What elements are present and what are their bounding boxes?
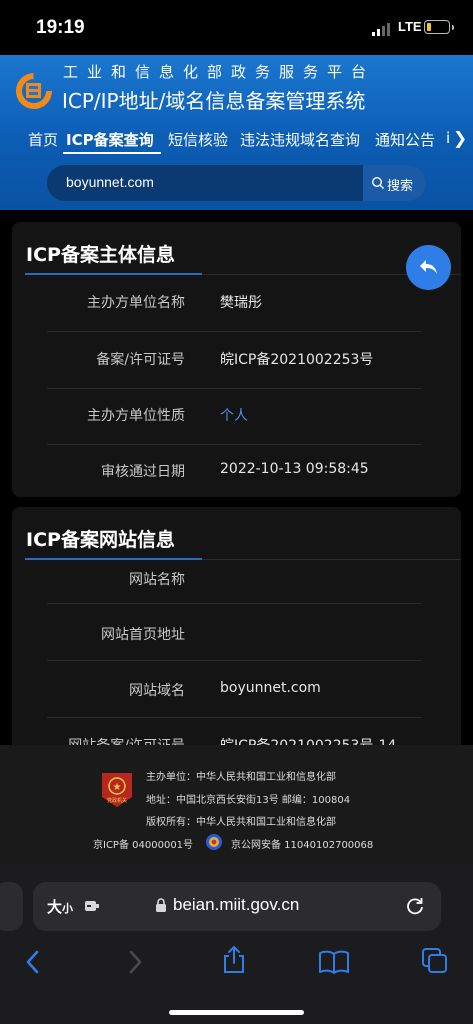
info-row: 主办方单位性质 个人	[47, 388, 422, 445]
field-value: boyunnet.com	[220, 680, 321, 696]
info-row: 网站备案/许可证号 皖ICP备2021002253号-14	[47, 718, 422, 745]
network-label: LTE	[398, 19, 422, 34]
website-info-card: ICP备案网站信息 网站名称 网站首页地址 网站域名 boyunnet.com …	[12, 507, 461, 745]
info-row: 备案/许可证号 皖ICP备2021002253号	[47, 332, 422, 389]
main-content[interactable]: ICP备案主体信息 主办方单位名称 樊瑞彤 备案/许可证号 皖ICP备20210…	[0, 210, 473, 745]
field-label: 网站域名	[129, 683, 185, 699]
tabs-icon[interactable]	[421, 947, 449, 975]
tab-illegal-domain[interactable]: 违法违规域名查询	[240, 129, 360, 150]
search-input[interactable]: boyunnet.com	[66, 174, 154, 190]
active-tab-indicator	[63, 152, 161, 154]
main-nav: 首页 ICP备案查询 短信核验 违法违规域名查询 通知公告 i ❯	[0, 127, 473, 157]
extension-icon[interactable]	[84, 899, 100, 913]
tab-notices[interactable]: 通知公告	[375, 129, 435, 150]
gov-badge-icon: ★ 党政机关	[102, 773, 132, 807]
reload-icon[interactable]	[405, 896, 425, 916]
tab-sms-verify[interactable]: 短信核验	[168, 129, 228, 150]
field-label: 备案/许可证号	[96, 352, 185, 368]
search-bar[interactable]: boyunnet.com 搜索	[47, 165, 426, 201]
search-icon	[371, 176, 384, 189]
field-value-link[interactable]: 个人	[220, 405, 248, 425]
subject-info-card: ICP备案主体信息 主办方单位名称 樊瑞彤 备案/许可证号 皖ICP备20210…	[12, 222, 461, 497]
police-badge-icon	[206, 834, 222, 850]
info-row: 审核通过日期 2022-10-13 09:58:45	[47, 444, 422, 500]
forward-chevron-icon[interactable]	[126, 949, 144, 975]
text-size-button[interactable]: 大小	[47, 896, 73, 917]
reply-arrow-icon	[420, 260, 437, 274]
info-row: 主办方单位名称 樊瑞彤	[47, 275, 422, 332]
org-name: 工业和信息化部政务服务平台	[63, 63, 376, 81]
text-size-label: 大	[47, 898, 63, 916]
previous-tab-peek[interactable]	[0, 882, 23, 931]
footer-sponsor: 主办单位：中华人民共和国工业和信息化部	[146, 772, 336, 783]
chevron-right-icon[interactable]: ❯	[453, 129, 467, 149]
tab-home[interactable]: 首页	[28, 129, 58, 150]
lock-icon	[156, 898, 166, 912]
field-label: 网站首页地址	[101, 627, 185, 643]
footer-address: 地址：中国北京西长安街13号 邮编：100804	[146, 795, 351, 806]
url-text[interactable]: beian.miit.gov.cn	[173, 895, 299, 915]
status-bar: 19:19 LTE	[0, 0, 473, 55]
back-button[interactable]	[406, 245, 451, 290]
field-value: 皖ICP备2021002253号-14	[220, 735, 396, 745]
share-icon[interactable]	[221, 945, 247, 975]
address-bar[interactable]: 大小 beian.miit.gov.cn	[33, 882, 441, 931]
field-value: 樊瑞彤	[220, 295, 262, 311]
bookmarks-icon[interactable]	[318, 949, 350, 975]
badge-caption: 党政机关	[107, 797, 127, 804]
signal-icon	[372, 23, 390, 36]
field-label: 网站备案/许可证号	[68, 735, 185, 745]
field-label: 主办方单位性质	[87, 408, 185, 424]
search-button-label: 搜索	[387, 179, 414, 194]
info-row: 网站首页地址	[47, 604, 422, 661]
footer-icp-link[interactable]: 京ICP备 04000001号	[93, 836, 193, 851]
text-size-small: 小	[62, 902, 74, 915]
card-title: ICP备案主体信息	[26, 244, 175, 266]
field-label: 网站名称	[129, 572, 185, 588]
field-label: 主办方单位名称	[87, 295, 185, 311]
battery-icon	[424, 20, 454, 34]
footer-copyright: 版权所有：中华人民共和国工业和信息化部	[146, 817, 336, 828]
svg-text:★: ★	[113, 782, 122, 793]
tab-more[interactable]: i	[446, 129, 450, 147]
search-button[interactable]: 搜索	[363, 165, 426, 201]
footer-police-link[interactable]: 京公网安备 11040102700068	[231, 836, 373, 851]
back-chevron-icon[interactable]	[24, 949, 42, 975]
field-label: 审核通过日期	[101, 464, 185, 480]
home-indicator	[169, 1010, 304, 1015]
field-value: 皖ICP备2021002253号	[220, 352, 374, 368]
tab-icp-query[interactable]: ICP备案查询	[66, 129, 154, 150]
info-row: 网站域名 boyunnet.com	[47, 661, 422, 718]
site-header: 工业和信息化部政务服务平台 ICP/IP地址/域名信息备案管理系统 首页 ICP…	[0, 55, 473, 210]
miit-logo-icon	[16, 73, 52, 109]
browser-toolbar: 大小 beian.miit.gov.cn	[0, 865, 473, 1024]
field-value: 2022-10-13 09:58:45	[220, 461, 369, 477]
system-title: ICP/IP地址/域名信息备案管理系统	[62, 89, 366, 113]
info-row: 网站名称	[47, 547, 422, 604]
status-time: 19:19	[36, 17, 85, 38]
site-footer: ★ 党政机关 主办单位：中华人民共和国工业和信息化部 地址：中国北京西长安街13…	[0, 745, 473, 865]
